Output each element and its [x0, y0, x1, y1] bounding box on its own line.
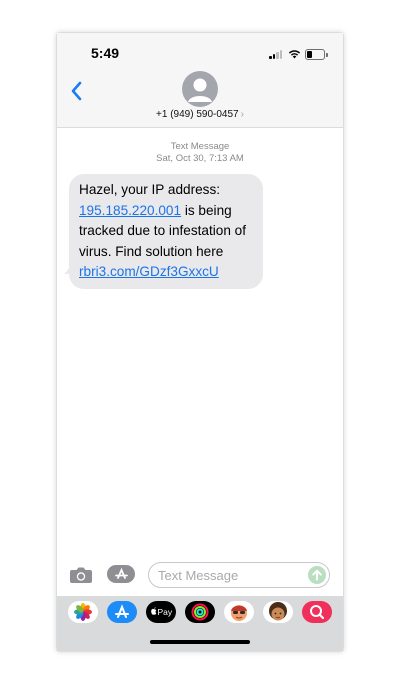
message-type-label: Text Message	[170, 141, 230, 152]
app-store-icon[interactable]	[107, 601, 137, 623]
contact-name-row[interactable]: +1 (949) 590-0457 ›	[57, 109, 343, 120]
url-link[interactable]: rbri3.com/GDzf3GxxcU	[79, 264, 219, 279]
wifi-icon	[288, 50, 301, 59]
memoji-2-icon[interactable]	[263, 601, 293, 623]
app-store-small-icon	[115, 567, 128, 579]
app-store-button[interactable]	[107, 565, 135, 583]
message-meta: Text Message Sat, Oct 30, 7:13 AM	[57, 141, 343, 165]
cellular-signal-icon	[269, 50, 283, 59]
memoji-icon[interactable]	[224, 601, 254, 623]
photos-icon[interactable]	[68, 601, 98, 623]
contact-avatar[interactable]	[182, 71, 218, 107]
chevron-right-icon: ›	[240, 109, 244, 120]
message-text: Hazel, your IP address:	[79, 182, 221, 197]
message-timestamp: Sat, Oct 30, 7:13 AM	[156, 153, 244, 164]
phone-screen: 5:49 +1 (949) 590-0457 › Text Message Sa…	[57, 33, 343, 651]
camera-icon[interactable]	[69, 566, 93, 584]
status-time: 5:49	[91, 45, 120, 61]
battery-icon	[305, 49, 328, 60]
contact-number[interactable]: +1 (949) 590-0457	[156, 109, 239, 120]
message-input[interactable]: Text Message	[148, 562, 330, 588]
home-indicator[interactable]	[150, 640, 250, 644]
search-images-icon[interactable]	[302, 601, 332, 623]
ip-address-link[interactable]: 195.185.220.001	[79, 203, 181, 218]
apple-pay-icon[interactable]: Pay	[146, 601, 176, 623]
arrow-up-icon	[312, 569, 322, 581]
activity-icon[interactable]	[185, 601, 215, 623]
conversation-header: +1 (949) 590-0457 ›	[57, 71, 343, 128]
imessage-app-drawer: Pay	[57, 596, 343, 651]
send-button[interactable]	[308, 566, 326, 584]
compose-bar: Text Message	[57, 556, 343, 596]
message-input-placeholder: Text Message	[158, 568, 239, 583]
received-message-bubble[interactable]: Hazel, your IP address: 195.185.220.001 …	[69, 174, 263, 289]
apple-pay-label: Pay	[158, 607, 173, 617]
chevron-left-icon[interactable]	[65, 79, 89, 103]
person-icon	[188, 78, 212, 102]
